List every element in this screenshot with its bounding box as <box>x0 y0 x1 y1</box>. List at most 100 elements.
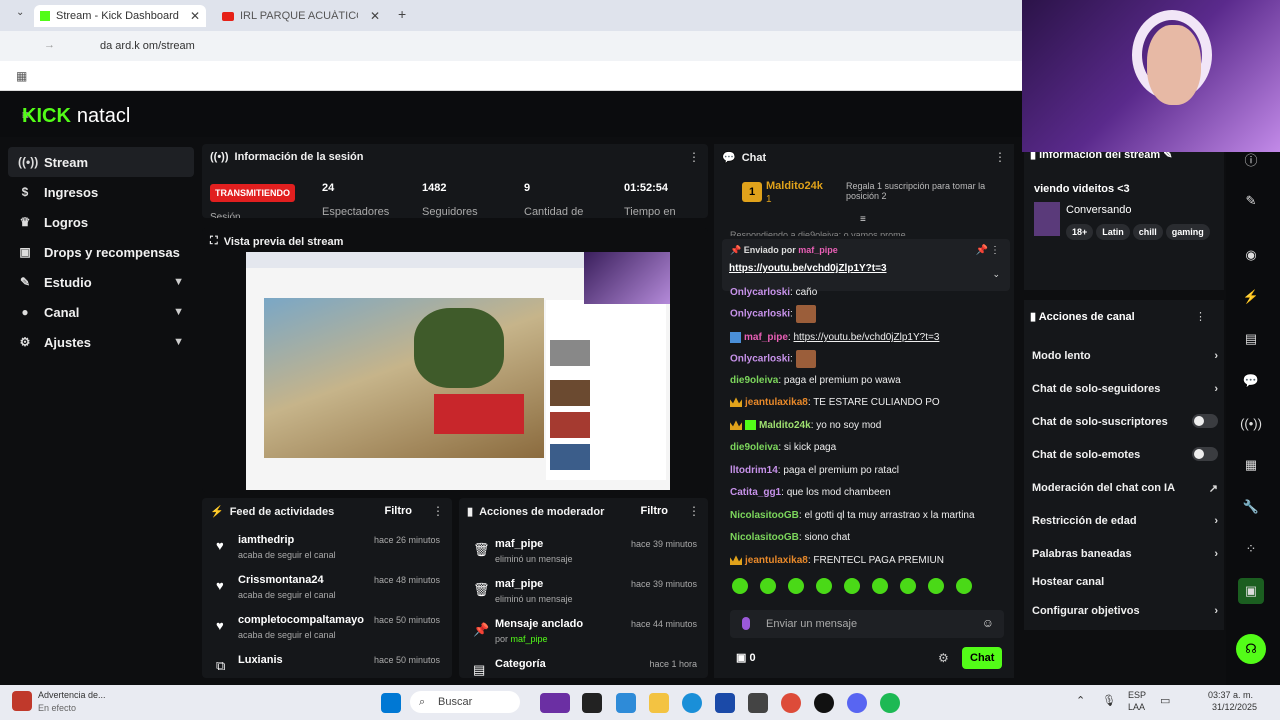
obs-icon[interactable] <box>748 693 768 713</box>
windows-start-icon[interactable] <box>381 693 401 713</box>
network-icon[interactable]: ▭ <box>1160 694 1170 707</box>
chat-user[interactable]: jeantulaxika8 <box>745 555 808 566</box>
filter-button[interactable]: Filtro <box>385 505 413 517</box>
more-options-icon[interactable]: ⋮ <box>432 504 444 518</box>
close-icon[interactable]: ✕ <box>190 9 200 23</box>
mic-icon[interactable] <box>742 617 750 630</box>
forward-icon[interactable]: → <box>44 39 55 51</box>
chat-settings-icon[interactable]: ⚙ <box>938 651 949 665</box>
emote-icon[interactable] <box>956 578 972 594</box>
toggle-switch[interactable] <box>1192 414 1218 428</box>
toggle-switch[interactable] <box>1192 447 1218 461</box>
chat-user[interactable]: jeantulaxika8 <box>745 397 808 408</box>
chat-user[interactable]: NicolasitooGB <box>730 532 799 543</box>
chrome-icon[interactable] <box>781 693 801 713</box>
emote-icon[interactable] <box>872 578 888 594</box>
tag[interactable]: chill <box>1132 224 1163 240</box>
mod-user[interactable]: Categoría <box>495 658 546 670</box>
tray-chevron-icon[interactable]: ⌃ <box>1076 694 1085 707</box>
emote-icon[interactable] <box>732 578 748 594</box>
app-icon[interactable] <box>814 693 834 713</box>
action-solo-suscriptores[interactable]: Chat de solo-suscriptores <box>1032 414 1218 428</box>
pin-user[interactable]: maf_pipe <box>798 245 838 255</box>
chat-user[interactable]: Catita_gg1 <box>730 487 781 498</box>
store-icon[interactable] <box>715 693 735 713</box>
lang2[interactable]: LAA <box>1128 702 1145 712</box>
sidebar-item-drops[interactable]: ▣ Drops y recompensas <box>8 237 194 267</box>
mod-actor[interactable]: maf_pipe <box>511 634 548 644</box>
chat-send-button[interactable]: Chat <box>962 647 1003 669</box>
widget-icon[interactable] <box>540 693 570 713</box>
chat-user[interactable]: die9oleiva <box>730 375 778 386</box>
tag[interactable]: Latin <box>1096 224 1130 240</box>
mod-user[interactable]: maf_pipe <box>495 538 543 550</box>
notice-title[interactable]: Advertencia de... <box>38 690 106 700</box>
chat-user[interactable]: Onlycarloski <box>730 309 790 320</box>
action-configurar-objetivos[interactable]: Configurar objetivos › <box>1032 605 1218 617</box>
chevron-down-icon[interactable]: ⌄ <box>992 269 1000 280</box>
tag[interactable]: gaming <box>1165 224 1210 240</box>
emote-icon[interactable] <box>844 578 860 594</box>
more-options-icon[interactable]: ⋮ <box>990 245 1000 256</box>
top-gifter-name[interactable]: Maldito24k <box>766 180 823 192</box>
layout-icon[interactable]: ▦ <box>1238 452 1264 478</box>
terminal-icon[interactable] <box>582 693 602 713</box>
action-palabras-baneadas[interactable]: Palabras baneadas › <box>1032 548 1218 560</box>
tab-youtube[interactable]: IRL PARQUE ACUÁTICO (JONG ✕ <box>216 5 386 27</box>
sidebar-item-canal[interactable]: ● Canal ▼ <box>8 297 194 327</box>
stream-preview-video[interactable] <box>246 252 670 490</box>
chat-input[interactable]: Enviar un mensaje ☺ <box>730 610 1004 638</box>
clock-time[interactable]: 03:37 a. m. <box>1208 690 1253 700</box>
feed-user[interactable]: Luxianis <box>238 654 283 666</box>
support-icon[interactable]: ☊ <box>1236 634 1266 664</box>
category-thumbnail[interactable] <box>1034 202 1060 236</box>
edit-icon[interactable]: ✎ <box>1238 188 1264 214</box>
more-options-icon[interactable]: ⋮ <box>688 504 700 518</box>
mod-user[interactable]: maf_pipe <box>495 578 543 590</box>
emote-icon[interactable] <box>928 578 944 594</box>
category-name[interactable]: Conversando <box>1066 204 1131 216</box>
feed-user[interactable]: iamthedrip <box>238 534 294 546</box>
action-moderacion-ia[interactable]: Moderación del chat con IA ↗ <box>1032 482 1218 495</box>
action-modo-lento[interactable]: Modo lento › <box>1032 350 1218 362</box>
brand[interactable]: KICK natacl <box>22 105 130 128</box>
clock-date[interactable]: 31/12/2025 <box>1212 702 1257 712</box>
app-icon[interactable]: ▣ <box>1238 578 1264 604</box>
action-solo-emotes[interactable]: Chat de solo-emotes <box>1032 447 1218 461</box>
gift-prompt[interactable]: Regala 1 suscripción para tomar la posic… <box>846 181 1006 201</box>
tag[interactable]: 18+ <box>1066 224 1094 240</box>
lightning-icon[interactable]: ⚡ <box>1238 284 1264 310</box>
more-options-icon[interactable]: ⋮ <box>994 150 1006 164</box>
chat-user[interactable]: lltodrim14 <box>730 465 778 476</box>
sidebar-item-ajustes[interactable]: ⚙ Ajustes ▼ <box>8 327 194 357</box>
action-restriccion-edad[interactable]: Restricción de edad › <box>1032 515 1218 527</box>
emote-icon[interactable] <box>788 578 804 594</box>
action-hostear-canal[interactable]: Hostear canal <box>1032 576 1218 588</box>
chat-link[interactable]: https://youtu.be/vchd0jZlp1Y?t=3 <box>793 332 939 343</box>
sidebar-item-estudio[interactable]: ✎ Estudio ▼ <box>8 267 194 297</box>
channel-points[interactable]: ▣ 0 <box>736 651 756 664</box>
chat-user[interactable]: Onlycarloski <box>730 287 790 298</box>
warning-icon[interactable] <box>12 691 32 711</box>
chat-user[interactable]: Onlycarloski <box>730 354 790 365</box>
lang1[interactable]: ESP <box>1128 690 1146 700</box>
broadcast-icon[interactable]: ((•)) <box>1238 410 1264 436</box>
spotify-icon[interactable] <box>880 693 900 713</box>
chat-user[interactable]: maf_pipe <box>744 332 788 343</box>
unpin-icon[interactable]: 📌 <box>976 245 988 256</box>
filter-button[interactable]: Filtro <box>641 505 669 517</box>
chat-user[interactable]: die9oleiva <box>730 442 778 453</box>
sidebar-item-stream[interactable]: ((•)) Stream <box>8 147 194 177</box>
mic-icon[interactable]: 🎙 <box>1102 694 1116 707</box>
wrench-icon[interactable]: 🔧 <box>1238 494 1264 520</box>
chat-user[interactable]: NicolasitooGB <box>730 510 799 521</box>
taskbar-search[interactable]: ⌕ Buscar <box>410 691 520 713</box>
url-field[interactable]: da ard.k om/stream <box>100 40 195 52</box>
pinned-link[interactable]: https://youtu.be/vchd0jZlp1Y?t=3 <box>729 263 887 274</box>
camera-icon[interactable]: ◉ <box>1238 242 1264 268</box>
feed-user[interactable]: Crissmontana24 <box>238 574 324 586</box>
apps-grid-icon[interactable]: ▦ <box>16 69 27 83</box>
more-options-icon[interactable]: ⋮ <box>688 150 700 164</box>
sidebar-item-logros[interactable]: ♛ Logros <box>8 207 194 237</box>
feed-user[interactable]: completocompaltamayo <box>238 614 364 626</box>
